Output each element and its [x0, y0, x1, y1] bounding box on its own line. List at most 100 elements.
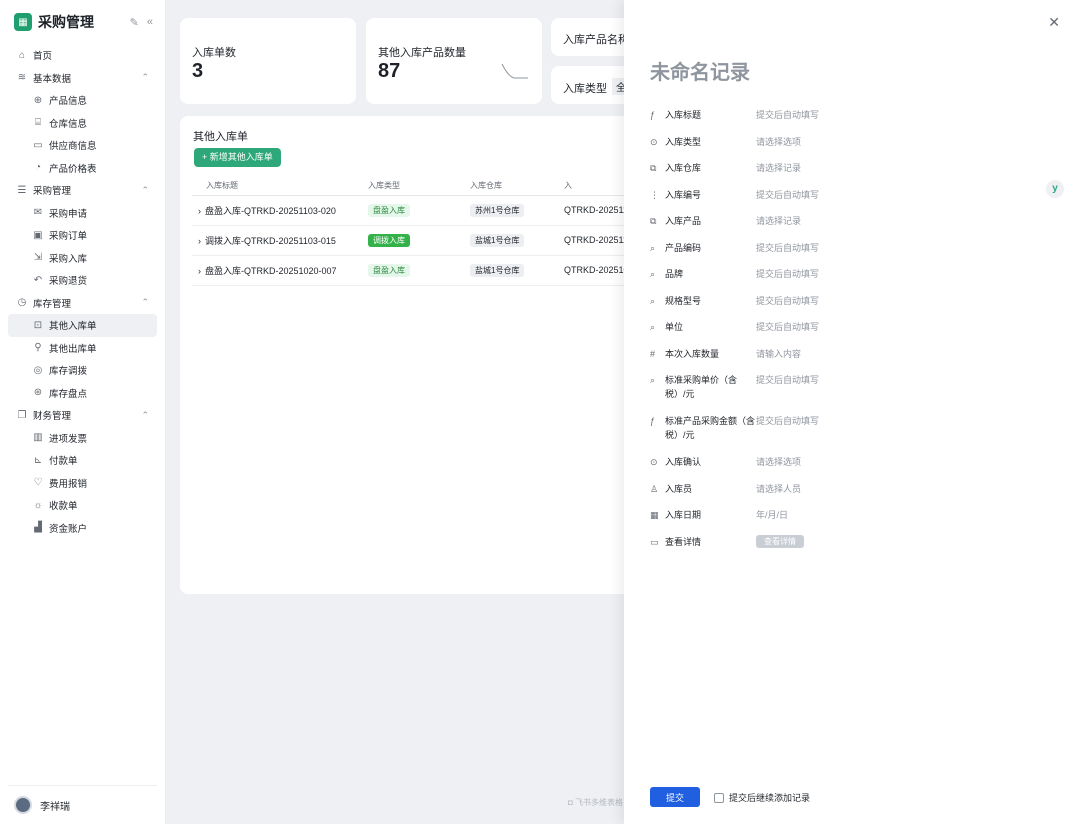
user-profile[interactable]: 李祥瑞 [8, 785, 157, 814]
cell-title[interactable]: › 调拨入库-QTRKD-20251103-015 [192, 225, 362, 256]
sidebar-item-18[interactable]: ⊾ 付款单 [8, 449, 157, 472]
edit-icon[interactable]: ✎ [130, 16, 139, 29]
add-record-button[interactable]: + 新增其他入库单 [194, 148, 281, 167]
field-value[interactable]: 提交后自动填写 [756, 267, 819, 281]
sidebar-item-9[interactable]: ⇲ 采购入库 [8, 247, 157, 270]
table-row[interactable]: › 调拨入库-QTRKD-20251103-015 调拨入库 盐城1号仓库 QTRKD-… [192, 225, 640, 256]
chevron-right-icon[interactable]: › [198, 206, 201, 216]
sidebar-item-14[interactable]: ◎ 库存调拨 [8, 359, 157, 382]
filter-card-type[interactable]: 入库类型 全 [551, 66, 631, 104]
sidebar-item-label: 采购退货 [49, 276, 88, 288]
stat-card-count: 入库单数 3 [180, 18, 356, 104]
field-value[interactable]: 年/月/日 [756, 508, 788, 522]
sidebar-item-label: 其他入库单 [49, 321, 97, 333]
field-value[interactable]: 请选择记录 [756, 161, 801, 175]
mail-icon: ✉ [33, 207, 43, 219]
sidebar-item-17[interactable]: ▥ 进项发票 [8, 427, 157, 450]
receipt-icon: ☼ [33, 499, 43, 511]
field-value[interactable]: 请选择记录 [756, 214, 801, 228]
sidebar-item-5[interactable]: ◔ 产品价格表 [8, 157, 157, 180]
field-value[interactable]: 提交后自动填写 [756, 108, 819, 122]
field-value[interactable]: 提交后自动填写 [756, 320, 819, 334]
submit-button[interactable]: 提交 [650, 787, 700, 807]
chevron-up-icon[interactable]: ⌃ [141, 72, 149, 83]
layers-icon: ≋ [17, 72, 27, 84]
sidebar-item-20[interactable]: ☼ 收款单 [8, 494, 157, 517]
sidebar-item-3[interactable]: ⌸ 仓库信息 [8, 112, 157, 135]
field-value[interactable]: 请选择选项 [756, 455, 801, 469]
field-value[interactable]: 提交后自动填写 [756, 414, 819, 428]
formula-icon: ƒ [650, 416, 656, 426]
continue-checkbox[interactable] [714, 792, 724, 803]
sidebar-item-12[interactable]: ⊡ 其他入库单 [8, 314, 157, 337]
chevron-up-icon[interactable]: ⌃ [141, 410, 149, 421]
column-header[interactable]: 入库仓库 [464, 176, 558, 196]
pie-icon: ◷ [17, 297, 27, 309]
person-icon: ♙ [650, 483, 659, 494]
sidebar-item-1[interactable]: ≋ 基本数据 ⌃ [8, 67, 157, 90]
footer-note: ◘ 飞书多维表格 [568, 797, 623, 808]
table-row[interactable]: › 盘盈入库-QTRKD-20251103-020 盘盈入库 苏州1号仓库 QTRKD-… [192, 195, 640, 226]
chevron-right-icon[interactable]: › [198, 266, 201, 276]
sidebar-item-label: 财务管理 [33, 411, 72, 423]
sidebar-item-label: 进项发票 [49, 433, 88, 445]
field-label: ƒ 入库标题 [650, 108, 756, 122]
cell-warehouse: 苏州1号仓库 [464, 195, 558, 226]
monitor-icon: ▭ [33, 139, 43, 151]
field-label: ⧉ 入库产品 [650, 214, 756, 228]
table-header-row: 入库标题 入库类型 入库仓库入 [192, 176, 640, 196]
sidebar-item-19[interactable]: ♡ 费用报销 [8, 472, 157, 495]
cell-title[interactable]: › 盘盈入库-QTRKD-20251020-007 [192, 255, 362, 286]
view-detail-button[interactable]: 查看详情 [756, 534, 804, 548]
cell-warehouse: 盐城1号仓库 [464, 255, 558, 286]
sidebar-item-21[interactable]: ▟ 资金账户 [8, 517, 157, 540]
column-header[interactable]: 入库标题 [192, 176, 362, 196]
sidebar-item-15[interactable]: ⊛ 库存盘点 [8, 382, 157, 405]
sidebar-item-label: 采购管理 [33, 186, 72, 198]
sidebar-item-2[interactable]: ⊕ 产品信息 [8, 89, 157, 112]
close-icon[interactable]: ✕ [1048, 14, 1060, 31]
field-label-text: 标准产品采购金额（含税）/元 [665, 416, 756, 440]
sidebar-item-10[interactable]: ↶ 采购退货 [8, 269, 157, 292]
field-label-text: 本次入库数量 [665, 348, 720, 359]
sidebar-item-11[interactable]: ◷ 库存管理 ⌃ [8, 292, 157, 315]
field-value[interactable]: 提交后自动填写 [756, 241, 819, 255]
lookup-icon: ⌕ [650, 269, 656, 279]
field-value[interactable]: 提交后自动填写 [756, 373, 819, 387]
list-icon: ☰ [17, 184, 27, 196]
continue-add-option[interactable]: 提交后继续添加记录 [714, 791, 810, 804]
sidebar-item-0[interactable]: ⌂ 首页 [8, 44, 157, 67]
sidebar-item-7[interactable]: ✉ 采购申请 [8, 202, 157, 225]
sidebar-nav: ⌂ 首页 ≋ 基本数据 ⌃ ⊕ 产品信息 ⌸ 仓库信息 ▭ 供应商信息 ◔ 产品价格表 ☰ 采购管理 ⌃ ✉ 采购… [0, 44, 165, 539]
chevron-up-icon[interactable]: ⌃ [141, 185, 149, 196]
field-label-text: 入库日期 [665, 510, 702, 520]
form-field: ⊙ 入库类型 请选择选项 [650, 135, 1050, 162]
record-drawer: ✕ 未命名记录 y ƒ 入库标题 提交后自动填写 ⊙ 入库类型 请选择选项 ⧉ 入库仓库 请选择… [624, 0, 1080, 824]
chevron-up-icon[interactable]: ⌃ [141, 297, 149, 308]
field-value[interactable]: 提交后自动填写 [756, 294, 819, 308]
field-value[interactable]: 请选择选项 [756, 135, 801, 149]
form-field: ⌕ 标准采购单价（含税）/元 提交后自动填写 [650, 373, 1050, 414]
chevron-right-icon[interactable]: › [198, 236, 201, 246]
sidebar-item-4[interactable]: ▭ 供应商信息 [8, 134, 157, 157]
select-icon: ⊙ [650, 457, 658, 467]
sidebar-item-13[interactable]: ⚲ 其他出库单 [8, 337, 157, 360]
sidebar-item-6[interactable]: ☰ 采购管理 ⌃ [8, 179, 157, 202]
field-label: ⌕ 产品编码 [650, 241, 756, 255]
form-field: ƒ 标准产品采购金额（含税）/元 提交后自动填写 [650, 414, 1050, 455]
field-value[interactable]: 请选择人员 [756, 482, 801, 496]
inbound-icon: ⇲ [33, 252, 43, 264]
filter-card-product[interactable]: 入库产品名称 [551, 18, 631, 56]
sidebar-item-8[interactable]: ▣ 采购订单 [8, 224, 157, 247]
column-header[interactable]: 入库类型 [362, 176, 464, 196]
avatar[interactable] [14, 796, 32, 814]
sidebar-item-16[interactable]: ❐ 财务管理 ⌃ [8, 404, 157, 427]
formula-icon: ƒ [650, 110, 656, 120]
field-value[interactable]: 请输入内容 [756, 347, 801, 361]
cell-title[interactable]: › 盘盈入库-QTRKD-20251103-020 [192, 195, 362, 226]
collapse-sidebar-icon[interactable]: « [147, 16, 153, 28]
table-row[interactable]: › 盘盈入库-QTRKD-20251020-007 盘盈入库 盐城1号仓库 QTRKD-… [192, 255, 640, 286]
field-value[interactable]: 提交后自动填写 [756, 188, 819, 202]
sidebar-item-label: 收款单 [49, 501, 78, 513]
type-tag: 调拨入库 [368, 233, 410, 247]
